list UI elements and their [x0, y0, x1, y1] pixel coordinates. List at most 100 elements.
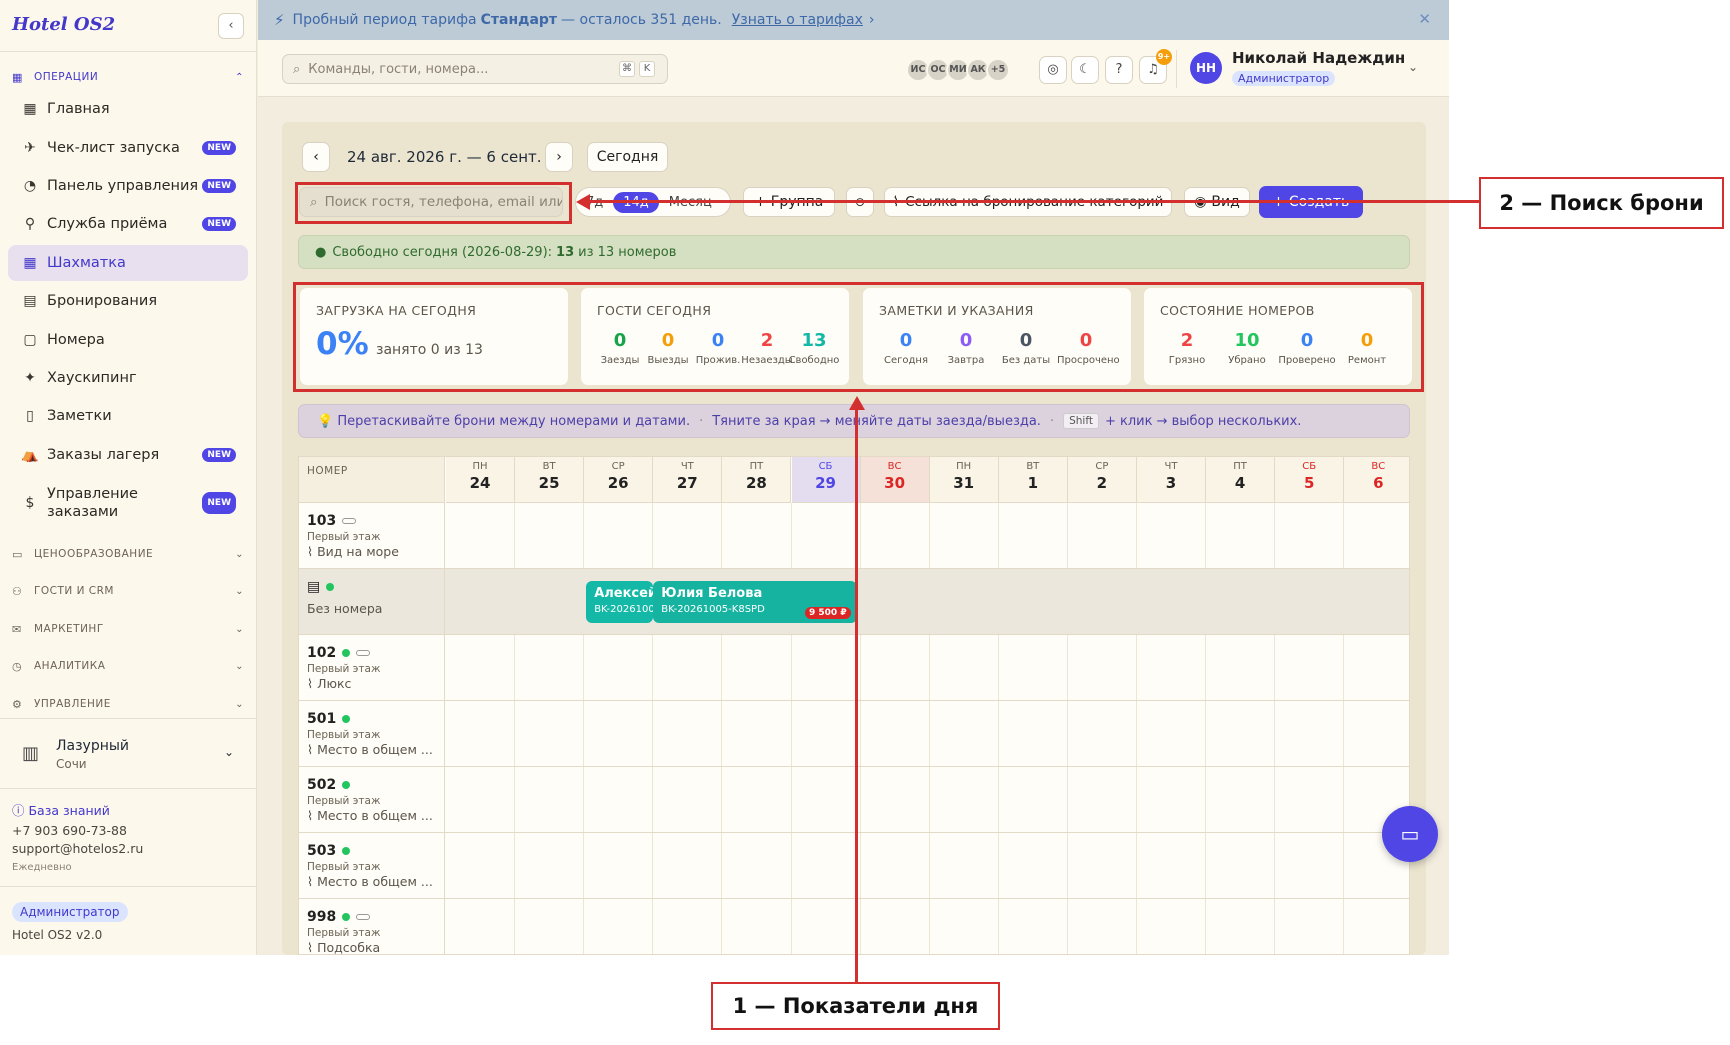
- day-header-5[interactable]: СБ 5: [1275, 457, 1345, 503]
- sidebar-item-7[interactable]: ▢ Номера: [8, 322, 248, 358]
- booking-bar[interactable]: Юлия Белова BK-20261005-K8SPD 9 500 ₽: [653, 581, 857, 623]
- prev-period-button[interactable]: ‹: [302, 142, 330, 172]
- section-4[interactable]: ◷ АНАЛИТИКА ⌄: [12, 657, 244, 675]
- sidebar-item-9[interactable]: ▯ Заметки: [8, 398, 248, 434]
- search-icon: ⌕: [293, 61, 301, 77]
- day-header-2[interactable]: СР 2: [1067, 457, 1137, 503]
- dark-mode-button[interactable]: ☾: [1071, 56, 1099, 84]
- support-phone[interactable]: +7 903 690-73-88: [12, 823, 127, 838]
- label-line-2: заказами: [47, 504, 119, 520]
- day-header-28[interactable]: ПТ 28: [722, 457, 792, 503]
- user-role-badge: Администратор: [1232, 71, 1336, 86]
- room-number: 102: [307, 645, 436, 661]
- sidebar-item-label: Панель управления: [47, 178, 199, 194]
- room-type-text: Место в общем ...: [317, 808, 433, 823]
- kbd-cmd: ⌘: [619, 61, 635, 77]
- room-type: ⌇ Вид на море: [307, 544, 436, 559]
- room-type: ⌇ Подсобка: [307, 940, 436, 954]
- booking-bar[interactable]: Алексей BK-2026100: [586, 581, 654, 623]
- room-tag-icon: [356, 914, 371, 920]
- day-header-24[interactable]: ПН 24: [446, 457, 515, 503]
- unassigned-label: Без номера: [307, 601, 383, 616]
- property-selector[interactable]: ▥ Лазурный Сочи ⌄: [12, 735, 244, 775]
- paperclip-icon: ⌇: [307, 676, 318, 691]
- day-header-29[interactable]: СБ 29: [791, 457, 861, 503]
- kbd-k: K: [639, 61, 655, 77]
- palette-button[interactable]: ◎: [1039, 56, 1067, 84]
- day-header-26[interactable]: СР 26: [584, 457, 654, 503]
- sidebar-item-5[interactable]: ▦ Шахматка: [8, 245, 248, 281]
- room-number-text: 501: [307, 711, 337, 727]
- sidebar-item-4[interactable]: ⚲ Служба приёма NEW: [8, 206, 248, 242]
- sidebar-item-orders[interactable]: $ Управление заказами NEW: [8, 480, 248, 526]
- section-icon: ◷: [12, 659, 23, 673]
- user-avatar[interactable]: НН: [1190, 52, 1222, 84]
- section-1[interactable]: ▭ ЦЕНООБРАЗОВАНИЕ ⌄: [12, 545, 244, 563]
- date-range[interactable]: 24 авг. 2026 г. — 6 сент.: [347, 148, 542, 166]
- section-3[interactable]: ✉ МАРКЕТИНГ ⌄: [12, 620, 244, 638]
- role-badge: Администратор: [12, 902, 128, 922]
- next-period-button[interactable]: ›: [545, 142, 573, 172]
- status-dot-icon: ●: [315, 244, 327, 260]
- command-search-input[interactable]: ⌕ Команды, гости, номера... ⌘ K: [282, 54, 668, 84]
- divider: [0, 886, 257, 887]
- user-name[interactable]: Николай Надеждин: [1232, 49, 1405, 67]
- day-header-4[interactable]: ПТ 4: [1206, 457, 1276, 503]
- day-header-30[interactable]: ВС 30: [860, 457, 930, 503]
- app-logo[interactable]: Hotel OS2: [12, 14, 115, 35]
- day-header-27[interactable]: ЧТ 27: [653, 457, 723, 503]
- knowledge-base-link[interactable]: ⓘ База знаний: [12, 800, 110, 819]
- section-operations[interactable]: ▦ ОПЕРАЦИИ ⌃: [12, 68, 244, 86]
- today-button[interactable]: Сегодня: [587, 142, 668, 172]
- room-cell[interactable]: 102 Первый этаж ⌇ Люкс: [299, 635, 445, 700]
- day-header-6[interactable]: ВС 6: [1344, 457, 1409, 503]
- day-header-31[interactable]: ПН 31: [929, 457, 999, 503]
- clean-status-dot: [342, 715, 351, 723]
- sidebar-item-2[interactable]: ✈ Чек-лист запуска NEW: [8, 130, 248, 166]
- banner-days-left: — осталось 351 день.: [561, 12, 722, 28]
- clean-status-dot: [342, 913, 351, 921]
- free-today-prefix: Свободно сегодня (2026-08-29):: [332, 244, 553, 260]
- section-5[interactable]: ⚙ УПРАВЛЕНИЕ ⌄: [12, 695, 244, 713]
- nav-icon: ▦: [23, 101, 37, 117]
- sidebar-item-1[interactable]: ▦ Главная: [8, 91, 248, 127]
- day-number: 29: [815, 474, 836, 492]
- support-email[interactable]: support@hotelos2.ru: [12, 841, 143, 856]
- help-button[interactable]: ?: [1105, 56, 1133, 84]
- online-users[interactable]: ИС ОС МИ АК +5: [906, 58, 1010, 82]
- day-number: 2: [1096, 474, 1108, 492]
- day-number: 5: [1303, 474, 1315, 492]
- day-of-week: СР: [611, 461, 625, 472]
- close-banner-icon[interactable]: ✕: [1418, 10, 1431, 28]
- room-cell[interactable]: 502 Первый этаж ⌇ Место в общем ...: [299, 767, 445, 832]
- room-cell[interactable]: ▤ Без номера: [299, 569, 445, 634]
- day-header-1[interactable]: ВТ 1: [998, 457, 1068, 503]
- room-number: 503: [307, 843, 436, 859]
- nav-icon: ✈: [24, 140, 36, 156]
- app-version: Hotel OS2 v2.0: [12, 928, 103, 942]
- sidebar-item-6[interactable]: ▤ Бронирования: [8, 283, 248, 319]
- day-header-3[interactable]: ЧТ 3: [1137, 457, 1206, 503]
- room-type-text: Место в общем ...: [317, 742, 433, 757]
- collapse-sidebar-button[interactable]: ‹: [218, 13, 244, 39]
- sidebar-item-3[interactable]: ◔ Панель управления NEW: [8, 168, 248, 204]
- tariffs-link[interactable]: Узнать о тарифах: [732, 12, 863, 28]
- chat-button[interactable]: ▭: [1382, 806, 1438, 862]
- room-cell[interactable]: 998 Первый этаж ⌇ Подсобка: [299, 899, 445, 954]
- room-cell[interactable]: 503 Первый этаж ⌇ Место в общем ...: [299, 833, 445, 898]
- sidebar-item-8[interactable]: ✦ Хаускипинг: [8, 360, 248, 396]
- annotation-kpi-box: [293, 282, 1424, 392]
- room-cell[interactable]: 501 Первый этаж ⌇ Место в общем ...: [299, 701, 445, 766]
- room-type-text: Люкс: [317, 676, 352, 691]
- room-cell[interactable]: 103 Первый этаж ⌇ Вид на море: [299, 503, 445, 568]
- notifications-button[interactable]: ♫ 9+: [1139, 49, 1172, 84]
- sidebar-item-10[interactable]: ⛺ Заказы лагеря NEW: [8, 437, 248, 473]
- day-number: 30: [884, 474, 906, 492]
- arrowhead-left-icon: [576, 194, 590, 210]
- nav-icon: ▦: [23, 255, 37, 271]
- day-header-25[interactable]: ВТ 25: [515, 457, 585, 503]
- paperclip-icon: ⌇: [307, 874, 318, 889]
- section-2[interactable]: ⚇ ГОСТИ И CRM ⌄: [12, 582, 244, 600]
- chevron-down-icon[interactable]: ⌄: [1408, 60, 1418, 74]
- user-avatar-small[interactable]: +5: [986, 58, 1010, 82]
